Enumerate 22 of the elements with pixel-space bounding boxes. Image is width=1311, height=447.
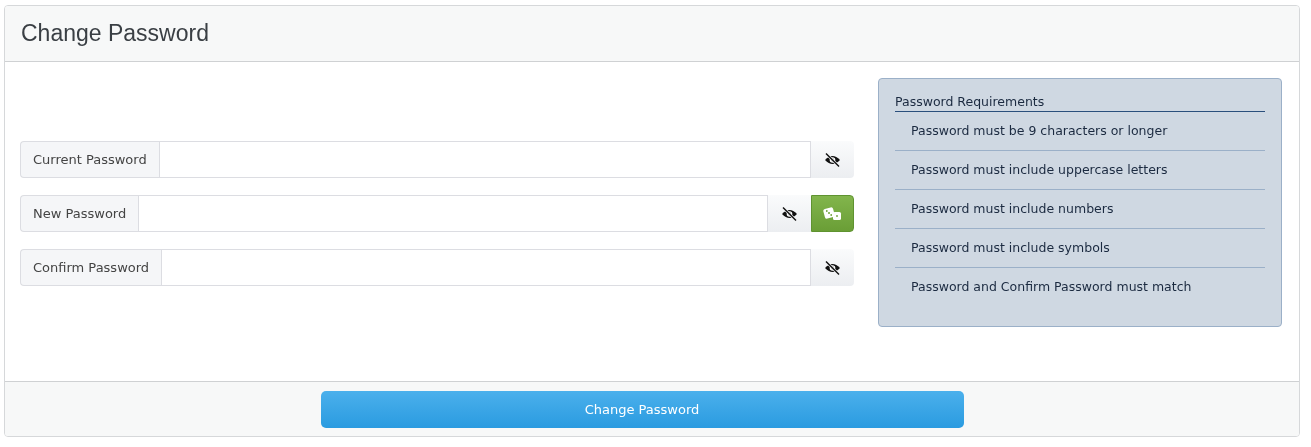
toggle-visibility-button[interactable]	[768, 195, 811, 232]
eye-slash-icon	[824, 152, 841, 167]
field-label: New Password	[20, 195, 139, 232]
change-password-button[interactable]: Change Password	[320, 390, 964, 428]
requirement-item: Password and Confirm Password must match	[910, 278, 1193, 296]
requirements-title: Password Requirements	[895, 94, 1265, 112]
requirement-item: Password must include uppercase letters	[895, 151, 1265, 190]
password-field[interactable]	[161, 249, 811, 286]
generate-password-button[interactable]	[811, 195, 854, 232]
toggle-visibility-button[interactable]	[811, 141, 854, 178]
password-field[interactable]	[138, 195, 768, 232]
requirement-item: Password must include symbols	[895, 229, 1265, 268]
toggle-visibility-button[interactable]	[811, 249, 854, 286]
field-label: Current Password	[20, 141, 159, 178]
card-title: Change Password	[21, 20, 209, 47]
requirement-item: Password must include numbers	[895, 190, 1265, 229]
eye-slash-icon	[781, 206, 798, 221]
dice-icon	[822, 205, 843, 222]
requirement-item: Password must be 9 characters or longer	[895, 112, 1265, 151]
field-label: Confirm Password	[20, 249, 162, 286]
password-field[interactable]	[158, 141, 811, 178]
eye-slash-icon	[824, 260, 841, 275]
